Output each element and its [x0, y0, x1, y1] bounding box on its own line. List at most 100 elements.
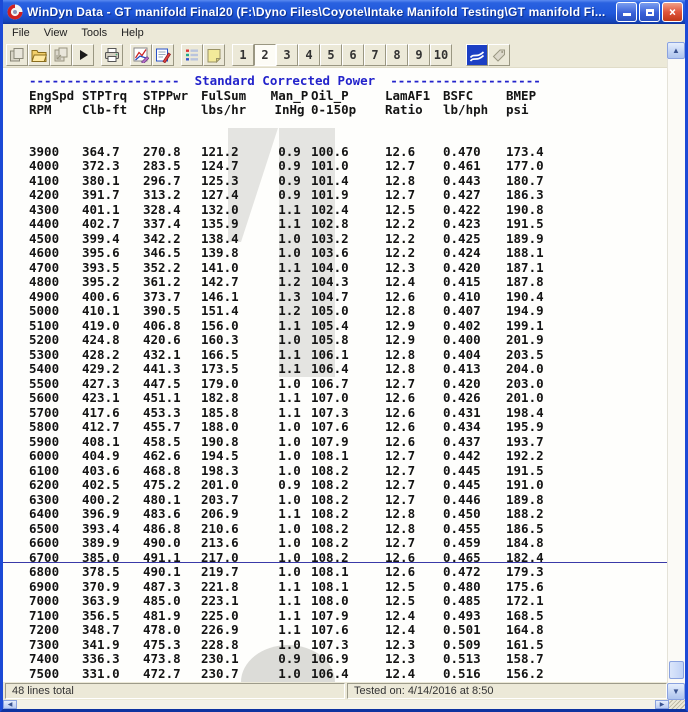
table-row: 7000363.9485.0223.11.1108.012.50.485172.…	[29, 594, 667, 609]
table-row: 6400396.9483.6206.91.1108.212.80.450188.…	[29, 507, 667, 522]
play-icon	[75, 47, 91, 63]
calculator-pad-button[interactable]	[152, 44, 174, 66]
table-row: RPMClb-ftCHplbs/hrInHg0-150pRatiolb/hphp…	[29, 103, 667, 118]
menu-file[interactable]: File	[5, 26, 37, 40]
close-button[interactable]: ×	[662, 2, 683, 22]
table-row: 6100403.6468.8198.31.0108.212.70.445191.…	[29, 464, 667, 479]
table-row: 5600423.1451.1182.81.1107.012.60.426201.…	[29, 391, 667, 406]
print-button[interactable]	[101, 44, 123, 66]
page-button-10[interactable]: 10	[430, 44, 452, 66]
table-row: 4300401.1328.4132.01.1102.412.50.422190.…	[29, 203, 667, 218]
table-row: 7300341.9475.3228.81.0107.312.30.509161.…	[29, 638, 667, 653]
table-row: 5400429.2441.3173.51.1106.412.80.413204.…	[29, 362, 667, 377]
table-row: 6900370.9487.3221.81.1108.112.50.480175.…	[29, 580, 667, 595]
tag-icon	[491, 47, 507, 63]
window-title: WinDyn Data - GT manifold Final20 (F:\Dy…	[27, 5, 616, 19]
minimize-icon	[623, 13, 631, 16]
chevron-left-icon: ◀	[8, 701, 13, 708]
windyn-window: WinDyn Data - GT manifold Final20 (F:\Dy…	[0, 0, 688, 712]
page-buttons: 12345678910	[232, 44, 452, 66]
page-button-6[interactable]: 6	[342, 44, 364, 66]
table-row: 6500393.4486.8210.61.0108.212.80.455186.…	[29, 522, 667, 537]
separator-line	[3, 562, 667, 563]
menu-view[interactable]: View	[37, 26, 75, 40]
chevron-down-icon: ▼	[672, 688, 680, 696]
table-row: 5800412.7455.7188.01.0107.612.60.434195.…	[29, 420, 667, 435]
menu-help[interactable]: Help	[114, 26, 151, 40]
scroll-left-button[interactable]: ◀	[3, 700, 17, 709]
status-lines-total: 48 lines total	[5, 683, 345, 699]
save-report-icon	[53, 47, 69, 63]
graph-edit-icon	[133, 47, 149, 63]
table-row: 4200391.7313.2127.40.9101.912.70.427186.…	[29, 188, 667, 203]
table-row: 7400336.3473.8230.10.9106.912.30.513158.…	[29, 652, 667, 667]
chevron-right-icon: ▶	[660, 701, 665, 708]
hscrollbar-track[interactable]	[17, 700, 655, 709]
test-list-button[interactable]	[181, 44, 203, 66]
save-report-button[interactable]	[50, 44, 72, 66]
table-row: 7100356.5481.9225.01.1107.912.40.493168.…	[29, 609, 667, 624]
page-button-5[interactable]: 5	[320, 44, 342, 66]
table-row: 3900364.7270.8121.20.9100.612.60.470173.…	[29, 145, 667, 160]
table-row: 5500427.3447.5179.01.0106.712.70.420203.…	[29, 377, 667, 392]
section-header: -------------------- Standard Corrected …	[29, 74, 667, 89]
scroll-down-button[interactable]: ▼	[667, 683, 685, 700]
table-row: 6000404.9462.6194.51.0108.112.70.442192.…	[29, 449, 667, 464]
graph-button[interactable]	[130, 44, 152, 66]
status-bar: 48 lines total Tested on: 4/14/2016 at 8…	[3, 682, 667, 700]
table-row: 5000410.1390.5151.41.2105.012.80.407194.…	[29, 304, 667, 319]
table-row: 6800378.5490.1219.71.0108.112.60.472179.…	[29, 565, 667, 580]
table-row: 4800395.2361.2142.71.2104.312.40.415187.…	[29, 275, 667, 290]
table-row: 4000372.3283.5124.70.9101.012.70.461177.…	[29, 159, 667, 174]
scroll-up-button[interactable]: ▲	[667, 42, 685, 59]
table-row: 6300400.2480.1203.71.0108.212.70.446189.…	[29, 493, 667, 508]
header-spacer	[29, 118, 667, 145]
table-row: 5200424.8420.6160.31.0105.812.90.400201.…	[29, 333, 667, 348]
table-row: 4700393.5352.2141.01.1104.012.30.420187.…	[29, 261, 667, 276]
open-folder-icon	[31, 47, 47, 63]
table-row: 6200402.5475.2201.00.9108.212.70.445191.…	[29, 478, 667, 493]
notes-button[interactable]	[203, 44, 225, 66]
run-button[interactable]	[72, 44, 94, 66]
table-row: 4600395.6346.5139.81.0103.612.20.424188.…	[29, 246, 667, 261]
page-button-4[interactable]: 4	[298, 44, 320, 66]
menu-tools[interactable]: Tools	[74, 26, 114, 40]
toolbar: 12345678910	[3, 42, 667, 68]
maximize-button[interactable]	[639, 2, 660, 22]
page-button-3[interactable]: 3	[276, 44, 298, 66]
table-row: 5700417.6453.3185.81.1107.312.60.431198.…	[29, 406, 667, 421]
table-row: 7200348.7478.0226.91.1107.612.40.501164.…	[29, 623, 667, 638]
report-pages-button[interactable]	[6, 44, 28, 66]
tag-button[interactable]	[488, 44, 510, 66]
page-button-8[interactable]: 8	[386, 44, 408, 66]
table-row: 4900400.6373.7146.11.3104.712.60.410190.…	[29, 290, 667, 305]
table-row: 5300428.2432.1166.51.1106.112.80.404203.…	[29, 348, 667, 363]
table-row: EngSpdSTPTrqSTPPwrFulSumMan_POil_PLamAF1…	[29, 89, 667, 104]
page-button-1[interactable]: 1	[232, 44, 254, 66]
notes-icon	[206, 47, 222, 63]
table-row: 7500331.0472.7230.71.0106.412.40.516156.…	[29, 667, 667, 682]
page-button-9[interactable]: 9	[408, 44, 430, 66]
superflow-button[interactable]	[466, 44, 488, 66]
open-file-button[interactable]	[28, 44, 50, 66]
table-row: 4500399.4342.2138.41.0103.212.20.425189.…	[29, 232, 667, 247]
resize-grip[interactable]	[669, 700, 685, 709]
notepad-edit-icon	[155, 47, 171, 63]
scroll-right-button[interactable]: ▶	[655, 700, 669, 709]
scrollbar-track[interactable]	[667, 59, 685, 683]
report-pages-icon	[9, 47, 25, 63]
vertical-scrollbar[interactable]: ▲ ▼	[667, 42, 685, 700]
table-row: 5100419.0406.8156.01.1105.412.90.402199.…	[29, 319, 667, 334]
page-button-7[interactable]: 7	[364, 44, 386, 66]
table-body: 3900364.7270.8121.20.9100.612.60.470173.…	[29, 145, 667, 682]
column-headers: EngSpdSTPTrqSTPPwrFulSumMan_POil_PLamAF1…	[29, 89, 667, 118]
horizontal-scrollbar[interactable]: ◀ ▶	[3, 700, 685, 709]
minimize-button[interactable]	[616, 2, 637, 22]
table-row: 4400402.7337.4135.91.1102.812.20.423191.…	[29, 217, 667, 232]
page-button-2[interactable]: 2	[254, 44, 276, 66]
app-icon	[7, 4, 23, 20]
menu-bar: File View Tools Help	[3, 24, 685, 42]
status-tested-on: Tested on: 4/14/2016 at 8:50	[347, 683, 667, 699]
scrollbar-thumb[interactable]	[669, 661, 684, 679]
printout: -------------------- Standard Corrected …	[3, 68, 667, 681]
